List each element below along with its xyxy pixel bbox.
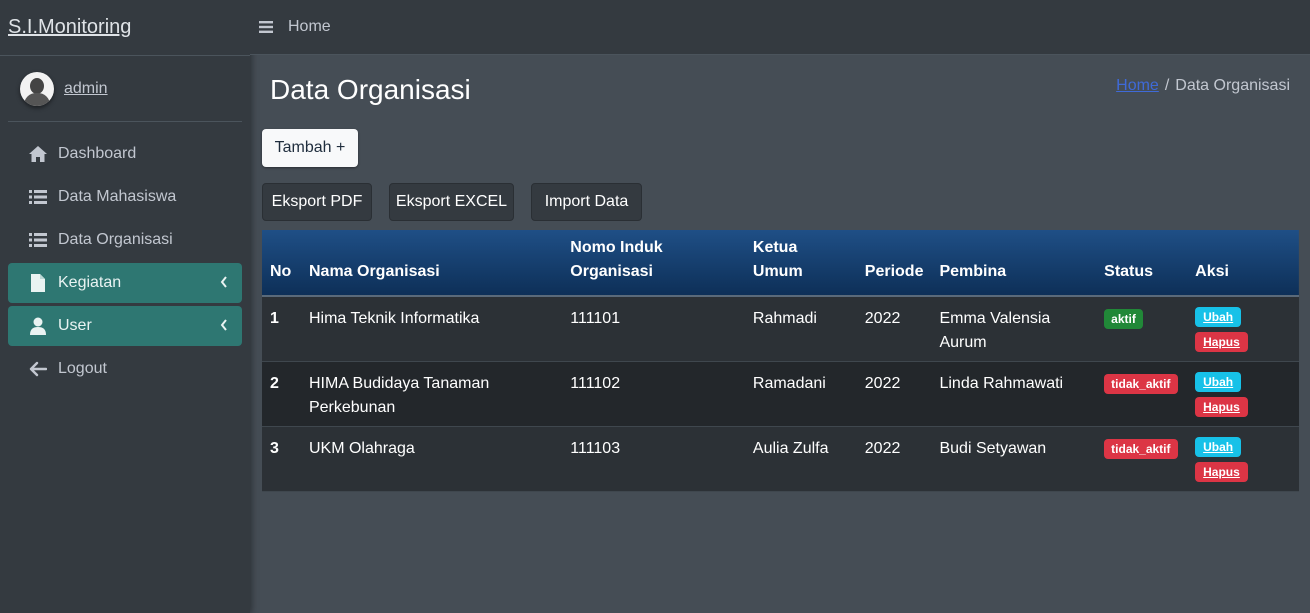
home-icon — [28, 144, 48, 164]
user-icon — [28, 316, 48, 336]
column-header[interactable]: Aksi — [1187, 230, 1299, 297]
cell-no: 3 — [270, 439, 279, 457]
sidebar-item-label: Data Mahasiswa — [58, 188, 177, 205]
arrow-left-icon — [28, 359, 48, 379]
cell-periode: 2022 — [864, 374, 901, 392]
column-header[interactable]: No — [262, 230, 301, 297]
cell-pembina: Linda Rahmawati — [939, 374, 1064, 392]
table-row: 1 Hima Teknik Informatika 111101 Rahmadi… — [262, 296, 1299, 361]
brand-link[interactable]: S.I.Monitoring — [8, 16, 131, 39]
sidebar-item-data-mahasiswa[interactable]: Data Mahasiswa — [8, 177, 242, 217]
column-header[interactable]: Periode — [856, 230, 932, 297]
status-badge: tidak_aktif — [1104, 373, 1178, 394]
sidebar-item-label: Data Organisasi — [58, 231, 173, 248]
breadcrumb-current: Data Organisasi — [1175, 77, 1290, 94]
edit-button[interactable]: Ubah — [1195, 307, 1242, 327]
sidebar-item-label: Kegiatan — [58, 274, 122, 291]
breadcrumb: Home / Data Organisasi — [1116, 77, 1290, 95]
cell-nama: Hima Teknik Informatika — [308, 310, 480, 327]
sidebar-item-label: User — [58, 317, 92, 334]
column-header[interactable]: Pembina — [931, 230, 1097, 297]
cell-nomor: 111103 — [570, 439, 621, 457]
delete-button[interactable]: Hapus — [1195, 461, 1248, 482]
cell-aksi: Ubah Hapus — [1187, 426, 1299, 491]
avatar — [20, 71, 54, 106]
add-button[interactable]: Tambah + — [262, 129, 358, 167]
cell-ketua: Ramadani — [752, 374, 826, 392]
cell-pembina: Budi Setyawan — [939, 439, 1047, 457]
cell-periode: 2022 — [864, 310, 901, 327]
table-row: 2 HIMA Budidaya Tanaman Perkebunan 11110… — [262, 361, 1299, 426]
user-name-link[interactable]: admin — [64, 80, 108, 98]
edit-button[interactable]: Ubah — [1195, 436, 1242, 457]
cell-nama: UKM Olahraga — [308, 439, 415, 457]
page-title: Data Organisasi — [270, 74, 471, 105]
hamburger-menu-icon[interactable] — [258, 19, 274, 35]
table-header-row: No Nama Organisasi Nomo Induk Organisasi… — [262, 230, 1299, 297]
import-data-button[interactable]: Import Data — [531, 183, 642, 221]
sidebar-item-label: Logout — [58, 360, 107, 377]
export-excel-button[interactable]: Eksport EXCEL — [389, 183, 514, 221]
cell-status: tidak_aktif — [1096, 361, 1187, 426]
cell-pembina: Emma Valensia Aurum — [939, 310, 1051, 351]
brand: S.I.Monitoring — [0, 0, 250, 56]
breadcrumb-home-link[interactable]: Home — [1116, 77, 1159, 94]
sidebar: S.I.Monitoring admin Dashboard Data Maha… — [0, 0, 250, 613]
sidebar-item-label: Dashboard — [58, 145, 137, 162]
cell-status: aktif — [1096, 296, 1187, 361]
cell-nama: HIMA Budidaya Tanaman Perkebunan — [308, 374, 490, 416]
organisasi-table: No Nama Organisasi Nomo Induk Organisasi… — [262, 230, 1299, 492]
table-row: 3 UKM Olahraga 111103 Aulia Zulfa 2022 B… — [262, 426, 1299, 491]
delete-button[interactable]: Hapus — [1195, 396, 1248, 417]
status-badge: aktif — [1104, 309, 1143, 329]
edit-button[interactable]: Ubah — [1195, 371, 1242, 392]
cell-nomor: 111101 — [570, 310, 621, 327]
cell-ketua: Rahmadi — [752, 310, 817, 327]
user-panel: admin — [8, 56, 242, 122]
cell-no: 2 — [270, 374, 279, 392]
sidebar-item-user[interactable]: User — [8, 306, 242, 346]
cell-ketua: Aulia Zulfa — [752, 439, 829, 457]
cell-aksi: Ubah Hapus — [1187, 296, 1299, 361]
sidebar-item-dashboard[interactable]: Dashboard — [8, 134, 242, 174]
column-header[interactable]: Nomo Induk Organisasi — [562, 230, 745, 297]
sidebar-item-kegiatan[interactable]: Kegiatan — [8, 263, 242, 303]
top-navbar: Home — [250, 0, 1310, 55]
column-header[interactable]: Status — [1096, 230, 1188, 297]
breadcrumb-separator: / — [1164, 77, 1170, 94]
status-badge: tidak_aktif — [1104, 438, 1178, 459]
chevron-left-icon — [220, 275, 228, 293]
sidebar-item-logout[interactable]: Logout — [8, 349, 242, 389]
cell-nomor: 111102 — [570, 374, 621, 392]
list-icon — [28, 230, 48, 250]
cell-aksi: Ubah Hapus — [1187, 361, 1299, 426]
chevron-left-icon — [220, 318, 228, 336]
cell-periode: 2022 — [864, 439, 901, 457]
column-header[interactable]: Ketua Umum — [744, 230, 857, 297]
delete-button[interactable]: Hapus — [1195, 332, 1248, 352]
topbar-home-link[interactable]: Home — [288, 18, 331, 36]
list-icon — [28, 187, 48, 207]
sidebar-item-data-organisasi[interactable]: Data Organisasi — [8, 220, 242, 260]
sidebar-nav: Dashboard Data Mahasiswa Data Organisasi… — [0, 122, 250, 389]
file-icon — [28, 273, 48, 293]
column-header[interactable]: Nama Organisasi — [300, 230, 563, 297]
export-pdf-button[interactable]: Eksport PDF — [262, 183, 372, 221]
cell-no: 1 — [270, 310, 279, 327]
cell-status: tidak_aktif — [1096, 426, 1187, 491]
